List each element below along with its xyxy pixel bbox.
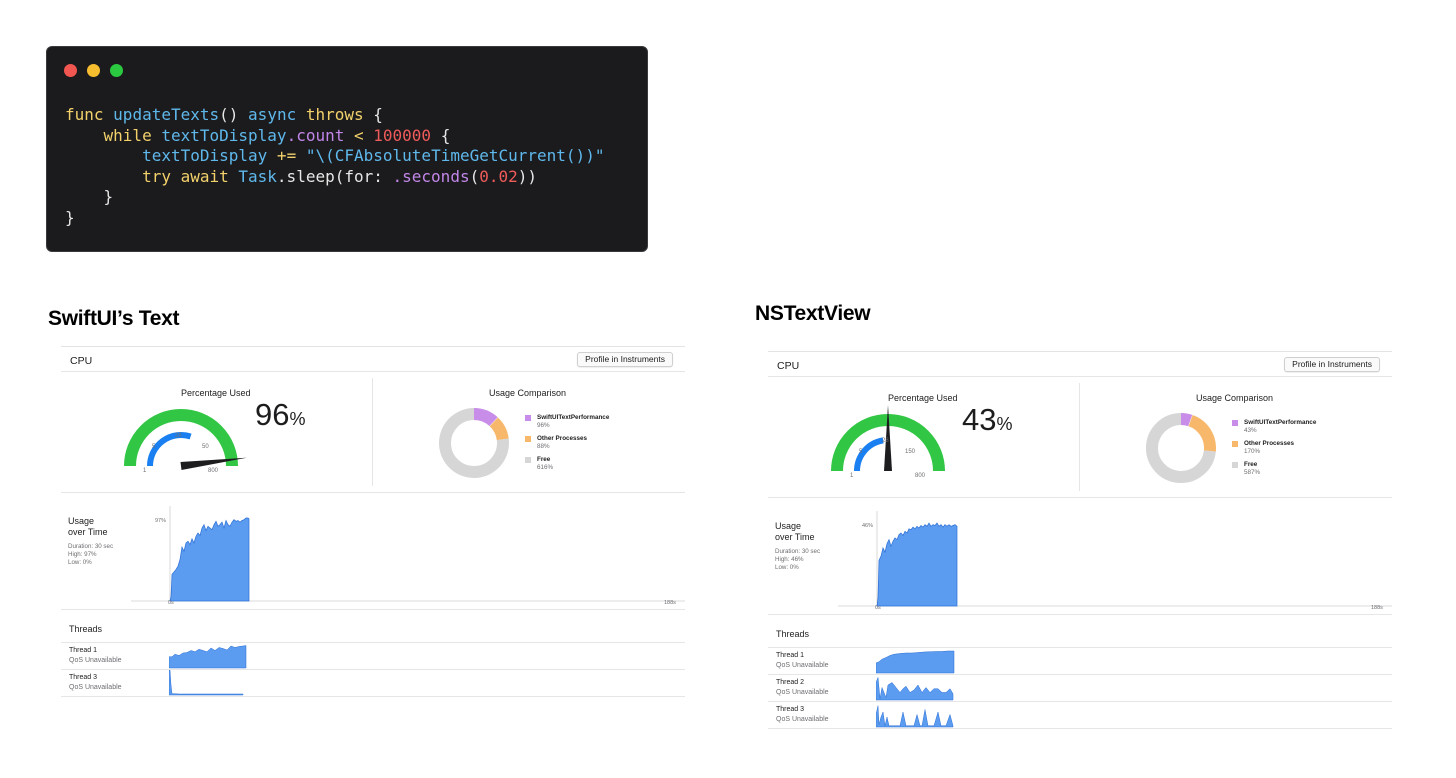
legend-swatch [1232, 441, 1238, 447]
legend-item: SwiftUITextPerformance 43% [1232, 419, 1316, 440]
zoom-dot-icon [110, 64, 123, 77]
usage-area [876, 522, 958, 607]
percentage-value: 43% [962, 402, 1013, 437]
legend-item: Free 616% [525, 456, 609, 477]
profile-in-instruments-button[interactable]: Profile in Instruments [1284, 357, 1380, 372]
left-heading: SwiftUI’s Text [48, 307, 180, 330]
legend-value: 96% [537, 422, 550, 429]
thread-area [169, 645, 247, 669]
thread-qos: QoS Unavailable [776, 662, 829, 669]
cpu-label: CPU [70, 355, 93, 367]
thread-area [876, 705, 954, 728]
thread-sparkline [876, 650, 955, 674]
gauge-tick-28: 28 [882, 438, 889, 444]
usage-over-time-chart [131, 506, 685, 602]
legend-name: Free [537, 456, 551, 463]
legend-name: Free [1244, 461, 1258, 468]
thread-name: Thread 1 [69, 647, 98, 654]
gauge-inner-arc [854, 437, 884, 472]
legend-swatch [1232, 420, 1238, 426]
legend-swatch [525, 436, 531, 442]
thread-sparkline [169, 645, 247, 669]
thread-name: Thread 2 [776, 679, 805, 686]
usage-comparison-title: Usage Comparison [1196, 393, 1274, 403]
thread-area [169, 670, 244, 696]
thread-sparkline [169, 670, 244, 696]
thread-sparkline [876, 677, 954, 701]
usage-x-end: 188s [1371, 605, 1383, 611]
usage-x-start: 0s [875, 605, 881, 611]
usage-donut [439, 408, 509, 478]
thread-qos: QoS Unavailable [69, 684, 122, 691]
donut-slice [1188, 414, 1216, 452]
thread-name: Thread 3 [69, 674, 98, 681]
gauge-tick-28: 28 [175, 433, 182, 439]
legend-name: Other Processes [1244, 440, 1295, 447]
usage-legend: SwiftUITextPerformance 96% Other Processes… [525, 414, 609, 477]
gauge-tick-1: 1 [143, 468, 147, 474]
gauge-tick-5: 5 [152, 444, 156, 450]
legend-item: Other Processes 88% [525, 435, 609, 456]
thread-name: Thread 3 [776, 706, 805, 713]
legend-name: Other Processes [537, 435, 588, 442]
donut-slice [489, 417, 509, 441]
thread-sparkline [876, 705, 954, 728]
donut-slice [473, 408, 498, 427]
usage-over-time-title: Usage over Time [68, 516, 108, 537]
usage-comparison-title: Usage Comparison [489, 388, 567, 398]
legend-item: Free 587% [1232, 461, 1316, 482]
thread-qos: QoS Unavailable [69, 657, 122, 664]
usage-x-end: 188s [664, 600, 676, 606]
profile-in-instruments-button[interactable]: Profile in Instruments [577, 352, 673, 367]
right-heading: NSTextView [755, 302, 871, 325]
thread-area [876, 650, 955, 674]
cpu-label: CPU [777, 360, 800, 372]
close-dot-icon [64, 64, 77, 77]
threads-title: Threads [69, 624, 103, 634]
gauge-inner-arc [147, 432, 192, 467]
usage-stats: Duration: 30 sec High: 97% Low: 0% [68, 543, 114, 566]
percentage-value: 96% [255, 397, 306, 432]
gauge-tick-50: 50 [202, 444, 209, 450]
cpu-panel-right: CPU Profile in Instruments Percentage Us… [768, 351, 1392, 729]
code-window: func updateTexts() async throws { while … [46, 46, 648, 252]
thread-qos: QoS Unavailable [776, 716, 829, 723]
gauge-tick-150: 150 [905, 449, 916, 455]
usage-over-time-chart [838, 511, 1392, 607]
legend-swatch [525, 457, 531, 463]
legend-value: 43% [1244, 427, 1257, 434]
gauge-tick-max: 800 [208, 468, 219, 474]
usage-donut [1146, 413, 1216, 483]
usage-stats: Duration: 30 sec High: 46% Low: 0% [775, 548, 821, 571]
usage-x-start: 0s [168, 600, 174, 606]
legend-item: Other Processes 170% [1232, 440, 1316, 461]
gauge-tick-1: 1 [850, 473, 854, 479]
legend-value: 170% [1244, 448, 1261, 455]
legend-swatch [1232, 462, 1238, 468]
legend-value: 616% [537, 464, 554, 471]
legend-swatch [525, 415, 531, 421]
donut-slice [1180, 413, 1193, 427]
legend-name: SwiftUITextPerformance [1244, 419, 1317, 426]
usage-over-time-title: Usage over Time [775, 521, 815, 542]
thread-area [876, 677, 954, 701]
cpu-panel-left: CPU Profile in Instruments Percentage Us… [61, 346, 685, 706]
gauge-outer-arc [124, 409, 238, 467]
usage-area [169, 517, 250, 602]
gauge-tick-5: 5 [859, 449, 863, 455]
legend-item: SwiftUITextPerformance 96% [525, 414, 609, 435]
code-block: func updateTexts() async throws { while … [65, 105, 605, 227]
thread-qos: QoS Unavailable [776, 689, 829, 696]
legend-value: 587% [1244, 469, 1261, 476]
usage-legend: SwiftUITextPerformance 43% Other Processes… [1232, 419, 1316, 482]
thread-name: Thread 1 [776, 652, 805, 659]
gauge-tick-max: 800 [915, 473, 926, 479]
legend-name: SwiftUITextPerformance [537, 414, 610, 421]
threads-title: Threads [776, 629, 810, 639]
minimize-dot-icon [87, 64, 100, 77]
legend-value: 88% [537, 443, 550, 450]
